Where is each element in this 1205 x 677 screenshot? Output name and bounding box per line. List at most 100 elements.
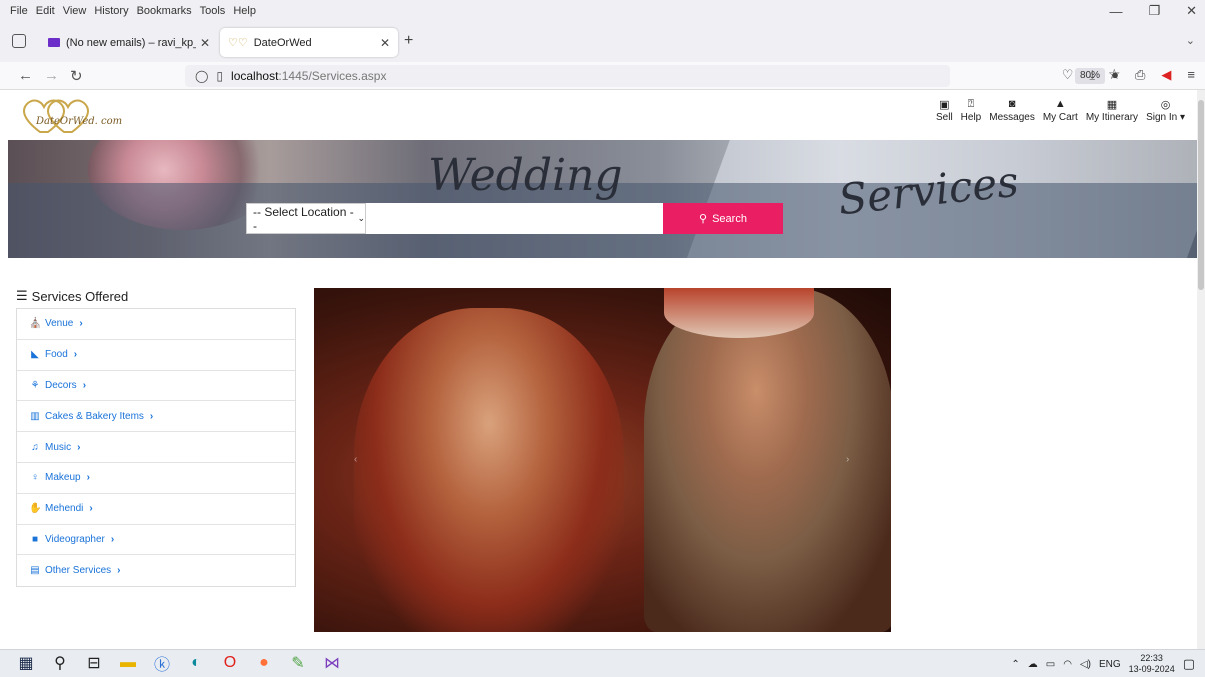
- turban-image: [664, 288, 814, 338]
- nav-bar: ← → ↻ ◯ ▯ localhost :1445/Services.aspx …: [0, 62, 1205, 90]
- minimize-icon[interactable]: —: [1109, 4, 1122, 19]
- close-window-icon[interactable]: ✕: [1186, 3, 1197, 19]
- file-explorer-icon[interactable]: ▬: [118, 653, 138, 673]
- sidebar-item-music[interactable]: ♫ Music ›: [17, 432, 295, 463]
- back-icon[interactable]: ←: [18, 67, 33, 84]
- menu-history[interactable]: History: [94, 5, 128, 17]
- sidebar-item-label: Cakes & Bakery Items: [45, 410, 144, 422]
- search-icon[interactable]: ⚲: [50, 653, 70, 673]
- sidebar-item-venue[interactable]: ⛪ Venue ›: [17, 309, 295, 340]
- windows-start-icon[interactable]: ▦: [16, 653, 36, 673]
- top-links: ▣ Sell ⍰ Help ◙ Messages ▲ My Cart ▦ My …: [936, 98, 1185, 123]
- chevron-right-icon: ›: [149, 410, 154, 422]
- pocket-icon[interactable]: ♡: [1062, 67, 1074, 83]
- system-tray: ⌃ ☁ ▭ ◠ ◁) ENG 22:33 13-09-2024 ▢: [1011, 653, 1195, 675]
- menu-help[interactable]: Help: [233, 5, 256, 17]
- wifi-icon[interactable]: ◠: [1063, 659, 1072, 670]
- messages-label: Messages: [989, 112, 1035, 123]
- menu-edit[interactable]: Edit: [36, 5, 55, 17]
- hamburger-menu-icon[interactable]: ≡: [1187, 67, 1195, 83]
- tab-title: DateOrWed: [253, 36, 312, 49]
- hero-banner: Wedding Services -- Select Location -- ⌄…: [8, 140, 1197, 258]
- sidebar-item-cakes[interactable]: ▥ Cakes & Bakery Items ›: [17, 401, 295, 433]
- chevron-right-icon: ›: [82, 379, 87, 391]
- paint-icon[interactable]: ✎: [288, 653, 308, 673]
- shield-icon: ◯: [195, 69, 209, 83]
- menu-bookmarks[interactable]: Bookmarks: [137, 5, 192, 17]
- tab-dateorwed[interactable]: ♡♡ DateOrWed ✕: [220, 28, 398, 57]
- chevron-up-icon[interactable]: ⌃: [1011, 659, 1019, 670]
- tab-list-icon[interactable]: [12, 34, 26, 48]
- account-icon[interactable]: ●: [1111, 67, 1119, 83]
- user-icon: ◎: [1160, 99, 1171, 111]
- restore-icon[interactable]: ❐: [1148, 3, 1160, 19]
- sidebar-item-mehendi[interactable]: ✋ Mehendi ›: [17, 494, 295, 525]
- language-indicator[interactable]: ENG: [1099, 659, 1121, 670]
- help-icon: ⍰: [967, 98, 975, 110]
- mail-icon: [48, 38, 60, 47]
- k-app-icon[interactable]: ⓚ: [152, 653, 172, 674]
- close-tab-icon[interactable]: ✕: [380, 36, 390, 50]
- tab-bar: (No new emails) – ravi_kp_com ✕ ♡♡ DateO…: [0, 22, 1205, 62]
- wedding-carousel[interactable]: ‹ ›: [314, 288, 891, 632]
- download-icon[interactable]: ⤓: [1089, 67, 1095, 83]
- battery-icon[interactable]: ▭: [1046, 659, 1055, 670]
- sell-label: Sell: [935, 112, 953, 123]
- chevron-right-icon: ›: [86, 472, 90, 484]
- url-bar[interactable]: ◯ ▯ localhost :1445/Services.aspx 80% ☆: [185, 65, 1121, 87]
- carousel-prev-icon[interactable]: ‹: [354, 454, 357, 465]
- new-tab-icon[interactable]: +: [404, 32, 413, 50]
- menu-file[interactable]: File: [10, 5, 28, 17]
- onedrive-icon[interactable]: ☁: [1028, 659, 1038, 670]
- help-link[interactable]: ⍰ Help: [961, 98, 982, 123]
- task-view-icon[interactable]: ⊟: [84, 653, 104, 673]
- tab-email[interactable]: (No new emails) – ravi_kp_com ✕: [40, 28, 218, 57]
- edge-icon[interactable]: ◐: [186, 653, 206, 673]
- sidebar-item-label: Venue: [45, 318, 74, 330]
- chevron-down-icon[interactable]: ⌄: [1186, 34, 1195, 47]
- itinerary-link[interactable]: ▦ My Itinerary: [1086, 98, 1138, 123]
- menu-tools[interactable]: Tools: [200, 5, 226, 17]
- sidebar-item-makeup[interactable]: ♀ Makeup ›: [17, 463, 295, 494]
- reload-icon[interactable]: ↻: [70, 67, 83, 85]
- sidebar-item-decors[interactable]: ⚘ Decors ›: [17, 371, 295, 402]
- clock[interactable]: 22:33 13-09-2024: [1129, 653, 1175, 675]
- search-button-label: Search: [712, 212, 747, 225]
- sidebar-item-food[interactable]: ◣ Food ›: [17, 340, 295, 371]
- carousel-next-icon[interactable]: ›: [846, 454, 849, 465]
- toolbar-icons: ♡ ⤓ ● ⎙ ◀ ≡: [1062, 67, 1195, 83]
- search-input[interactable]: [366, 203, 663, 234]
- extensions-icon[interactable]: ⎙: [1135, 67, 1145, 83]
- services-title: ☰ Services Offered: [16, 288, 128, 304]
- store-icon: ▣: [939, 99, 950, 111]
- other-services-icon: ▤: [30, 565, 40, 577]
- scrollbar-thumb[interactable]: [1198, 100, 1204, 290]
- calendar-icon: ▦: [1106, 99, 1118, 111]
- messages-icon: ◙: [1008, 98, 1016, 110]
- cart-link[interactable]: ▲ My Cart: [1043, 98, 1078, 123]
- sidebar-item-other-services[interactable]: ▤ Other Services ›: [17, 555, 295, 586]
- sidebar-item-label: Decors: [45, 379, 77, 391]
- notifications-icon[interactable]: ▢: [1183, 656, 1195, 672]
- sidebar-item-videographer[interactable]: ■ Videographer ›: [17, 525, 295, 556]
- visual-studio-icon[interactable]: ⋈: [322, 653, 342, 673]
- search-button[interactable]: ⚲ Search: [663, 203, 783, 234]
- sidebar-item-label: Food: [45, 349, 68, 361]
- location-select[interactable]: -- Select Location -- ⌄: [246, 203, 366, 234]
- sidebar-item-label: Music: [45, 441, 72, 453]
- close-tab-icon[interactable]: ✕: [200, 36, 210, 50]
- clock-date: 13-09-2024: [1128, 664, 1175, 674]
- sidebar-item-label: Makeup: [45, 472, 81, 484]
- volume-icon[interactable]: ◁): [1080, 659, 1091, 670]
- firefox-icon[interactable]: ●: [254, 653, 274, 673]
- sell-link[interactable]: ▣ Sell: [936, 98, 953, 123]
- logo-text: DateOrWed. com: [36, 116, 123, 127]
- opera-icon[interactable]: O: [220, 653, 240, 673]
- sign-in-link[interactable]: ◎ Sign In ▾: [1146, 98, 1185, 123]
- messages-link[interactable]: ◙ Messages: [989, 98, 1035, 123]
- forward-icon[interactable]: →: [44, 67, 59, 84]
- menu-view[interactable]: View: [63, 5, 87, 17]
- location-select-value: -- Select Location --: [253, 204, 354, 233]
- megaphone-icon[interactable]: ◀: [1161, 67, 1171, 83]
- site-header: DateOrWed. com ▣ Sell ⍰ Help ◙ Messages …: [8, 90, 1193, 140]
